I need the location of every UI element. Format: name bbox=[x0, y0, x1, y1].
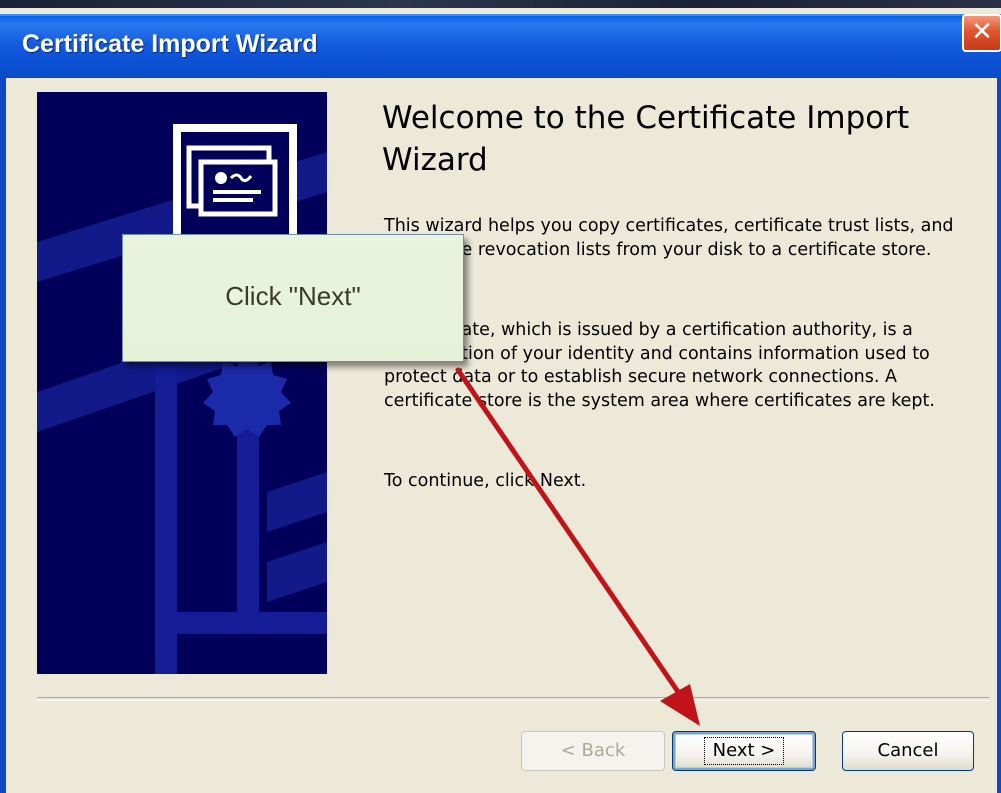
callout-text: Click "Next" bbox=[225, 281, 361, 311]
close-icon: ✕ bbox=[971, 17, 993, 47]
certificate-description-paragraph: A certificate, which is issued by a cert… bbox=[384, 320, 935, 411]
window-border-right bbox=[997, 78, 1001, 793]
window-title: Certificate Import Wizard bbox=[22, 30, 318, 58]
cancel-button-label: Cancel bbox=[877, 740, 939, 761]
intro-paragraph: This wizard helps you copy certificates,… bbox=[384, 216, 954, 260]
wizard-heading: Welcome to the Certificate Import Wizard bbox=[382, 100, 910, 178]
cancel-button[interactable]: Cancel bbox=[842, 731, 974, 771]
wizard-banner-image bbox=[37, 92, 327, 674]
desktop-background-strip bbox=[0, 0, 1001, 8]
instruction-callout: Click "Next" bbox=[122, 234, 464, 362]
back-button-label: < Back bbox=[560, 740, 626, 761]
continue-instruction: To continue, click Next. bbox=[384, 471, 587, 491]
window-border-left bbox=[0, 78, 6, 793]
next-button[interactable]: Next > bbox=[672, 731, 816, 771]
title-bar[interactable]: Certificate Import Wizard bbox=[0, 14, 1001, 78]
certificate-document-icon bbox=[37, 92, 327, 674]
next-button-label: Next > bbox=[703, 737, 785, 765]
close-button[interactable]: ✕ bbox=[962, 14, 1001, 52]
button-separator bbox=[37, 697, 989, 701]
back-button[interactable]: < Back bbox=[521, 731, 665, 771]
